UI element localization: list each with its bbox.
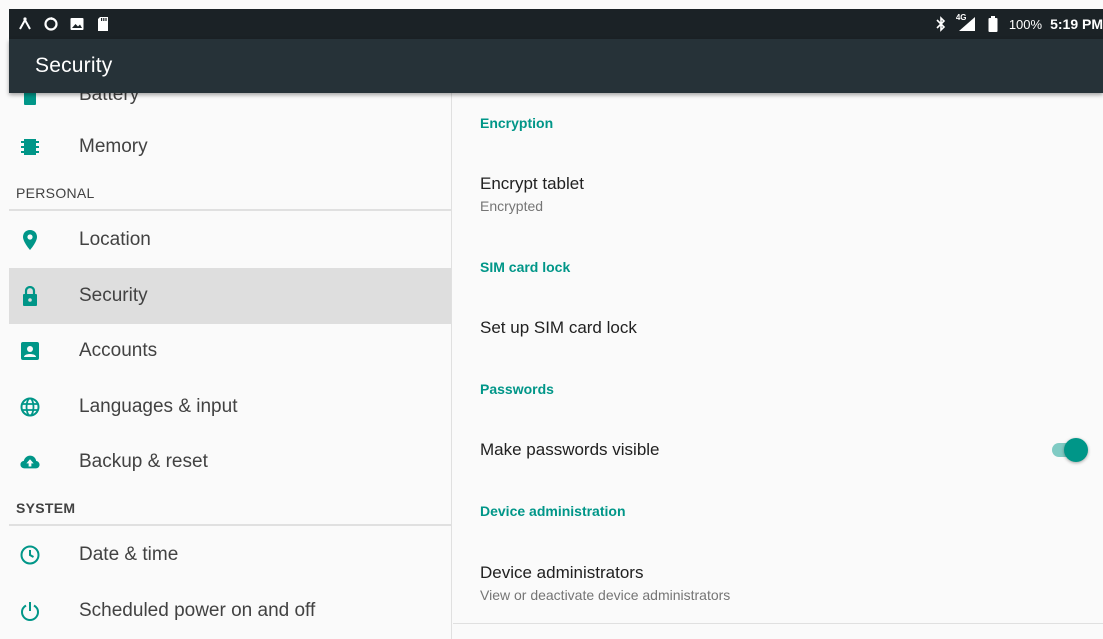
category-device-administration: Device administration (480, 503, 626, 519)
pref-make-passwords-visible[interactable]: Make passwords visible (480, 440, 1103, 460)
pref-title: Make passwords visible (480, 440, 660, 459)
globe-icon (20, 397, 40, 417)
cloud-upload-icon (20, 452, 40, 472)
pref-encrypt-tablet[interactable]: Encrypt tablet Encrypted (480, 174, 1103, 214)
account-icon (20, 341, 40, 361)
category-passwords: Passwords (480, 381, 554, 397)
pref-summary: Encrypted (480, 198, 544, 214)
sidebar-item-location[interactable]: Location (9, 212, 451, 268)
divider (453, 623, 1103, 624)
category-sim-card-lock: SIM card lock (480, 259, 571, 275)
sidebar-item-label: Battery (79, 93, 140, 105)
sidebar-item-memory[interactable]: Memory (9, 119, 451, 175)
pref-summary: View or deactivate device administrators (480, 587, 731, 603)
passwords-visible-switch[interactable] (1050, 437, 1088, 463)
bluetooth-icon (933, 16, 949, 32)
battery-percent: 100% (1008, 16, 1043, 32)
pref-set-up-sim-lock[interactable]: Set up SIM card lock (480, 318, 1103, 338)
security-settings-content[interactable]: Encryption Encrypt tablet Encrypted SIM … (453, 93, 1103, 639)
sidebar-item-scheduled-power[interactable]: Scheduled power on and off (9, 583, 451, 639)
location-icon (20, 230, 40, 250)
status-bar: 4G 100% 5:19 PM (9, 9, 1103, 39)
clock-time: 5:19 PM (1050, 16, 1103, 32)
status-left-icons (17, 16, 111, 32)
sidebar-item-label: Backup & reset (79, 451, 208, 472)
app-bar: Security (9, 39, 1103, 93)
section-header-personal: PERSONAL (9, 177, 451, 211)
pref-title: Device administrators (480, 563, 644, 582)
status-right: 4G 100% 5:19 PM (933, 13, 1103, 32)
sidebar-item-label: Scheduled power on and off (79, 600, 316, 621)
battery-icon (985, 16, 1001, 32)
power-icon (20, 601, 40, 621)
sidebar-item-label: Security (79, 285, 148, 306)
sidebar-item-backup[interactable]: Backup & reset (9, 434, 451, 490)
switch-thumb (1064, 438, 1088, 462)
pref-device-administrators[interactable]: Device administrators View or deactivate… (480, 563, 1103, 603)
lock-icon (20, 286, 40, 306)
sidebar-item-label: Accounts (79, 340, 158, 361)
page-title: Security (35, 54, 113, 77)
settings-sidebar[interactable]: Battery Memory PERSONAL Location Securit… (9, 93, 452, 639)
sync-icon (43, 16, 59, 32)
sidebar-item-accounts[interactable]: Accounts (9, 323, 451, 379)
pref-title: Set up SIM card lock (480, 318, 637, 337)
battery-icon (20, 93, 40, 105)
sidebar-item-label: Location (79, 229, 151, 250)
sidebar-item-label: Date & time (79, 544, 179, 565)
category-encryption: Encryption (480, 115, 554, 131)
memory-icon (20, 137, 40, 157)
clock-icon (20, 545, 40, 565)
network-type: 4G (955, 13, 967, 22)
image-icon (69, 16, 85, 32)
pref-title: Encrypt tablet (480, 174, 584, 193)
sidebar-item-languages[interactable]: Languages & input (9, 379, 451, 435)
sidebar-item-security[interactable]: Security (9, 268, 451, 324)
sidebar-item-date-time[interactable]: Date & time (9, 527, 451, 583)
sidebar-item-label: Memory (79, 136, 148, 157)
section-header-system: SYSTEM (9, 492, 451, 526)
signal-4g-icon: 4G (955, 13, 977, 32)
sidebar-item-label: Languages & input (79, 396, 238, 417)
sd-card-icon (95, 16, 111, 32)
usb-icon (17, 16, 33, 32)
